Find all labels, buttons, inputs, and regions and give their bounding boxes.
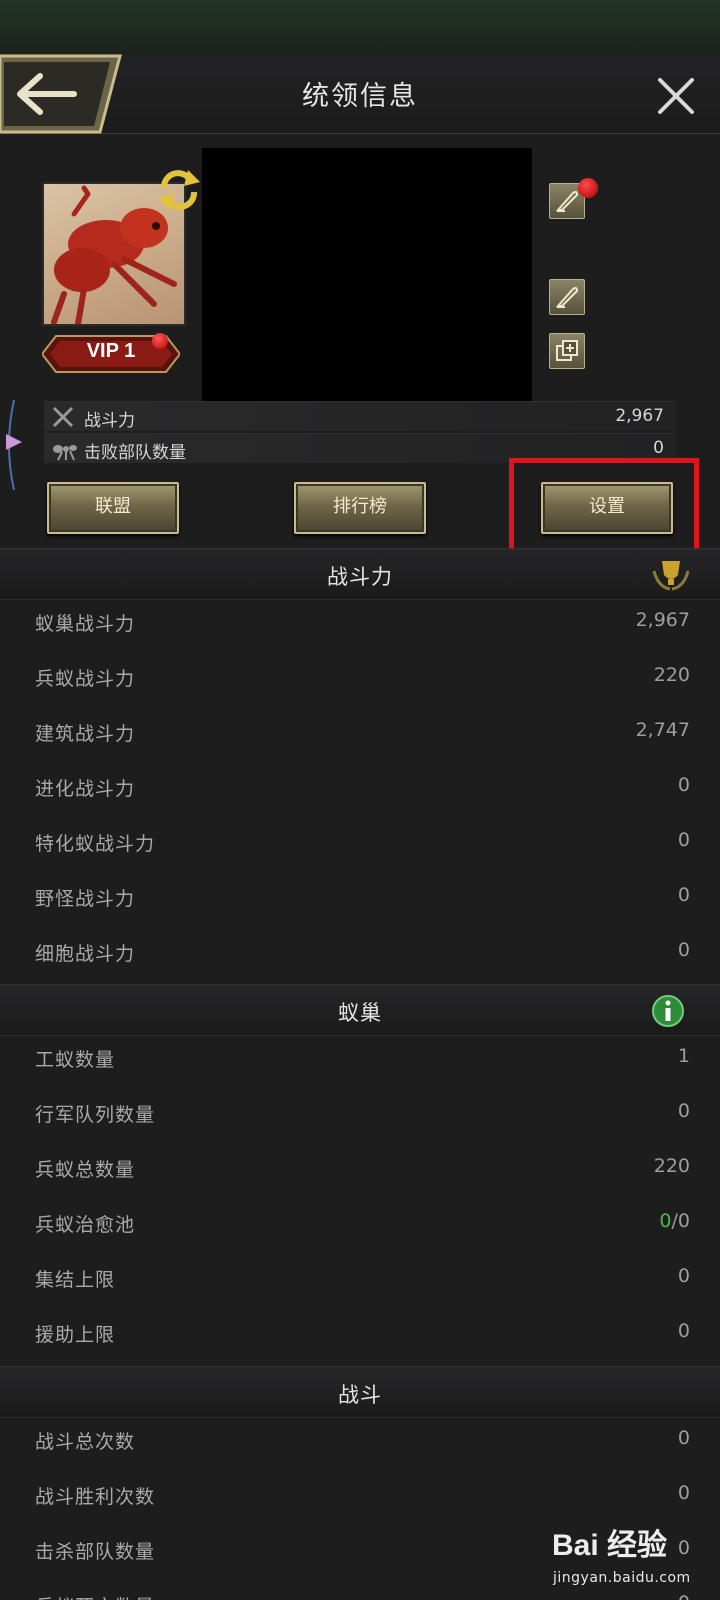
row-label: 兵蚁战斗力 <box>35 668 136 690</box>
row-value: 0 <box>677 1320 690 1342</box>
section-title: 战斗力 <box>327 565 393 589</box>
row-value: 220 <box>653 664 690 686</box>
watermark-url: jingyan.baidu.com <box>553 1570 691 1586</box>
row-label: 工蚁数量 <box>35 1049 116 1071</box>
row-label: 特化蚁战斗力 <box>35 833 156 855</box>
row-label: 建筑战斗力 <box>35 723 136 745</box>
ant-icon <box>53 445 77 461</box>
row-label: 细胞战斗力 <box>35 943 136 965</box>
row-label: 进化战斗力 <box>35 778 136 800</box>
stat-row: 兵蚁战斗力 220 <box>0 651 720 706</box>
page-title: 统领信息 <box>302 81 418 112</box>
quill-icon <box>555 286 579 308</box>
row-value: 2,747 <box>635 719 690 741</box>
row-value: 2,967 <box>635 609 690 631</box>
side-expand-arrow-icon[interactable] <box>0 399 24 491</box>
row-value: 0/0 <box>659 1210 690 1232</box>
stat-row: 战斗总次数 0 <box>0 1414 720 1469</box>
section-title: 蚁巢 <box>338 1001 382 1025</box>
section-header-power: 战斗力 <box>0 548 720 600</box>
stat-value: 2,967 <box>615 406 664 426</box>
section-title: 战斗 <box>338 1383 382 1407</box>
notification-dot <box>578 178 598 198</box>
row-label: 援助上限 <box>35 1324 116 1346</box>
stat-row: 兵蚁总数量 220 <box>0 1142 720 1197</box>
row-label: 兵蚁总数量 <box>35 1159 136 1181</box>
copy-plus-icon <box>556 340 578 361</box>
top-background-strip <box>0 0 720 58</box>
stat-row: 细胞战斗力 0 <box>0 926 720 981</box>
row-value: 0 <box>677 829 690 851</box>
row-value-current: 0 <box>659 1210 672 1232</box>
stat-row: 野怪战斗力 0 <box>0 871 720 926</box>
stat-row: 蚁巢战斗力 2,967 <box>0 596 720 651</box>
stat-row: 战斗胜利次数 0 <box>0 1469 720 1524</box>
row-value: 0 <box>677 774 690 796</box>
edit-signature-button[interactable] <box>549 279 585 315</box>
redacted-name-panel <box>202 148 532 408</box>
row-label: 战斗总次数 <box>35 1431 136 1453</box>
row-label: 击杀部队数量 <box>35 1541 156 1563</box>
stat-row: 建筑战斗力 2,747 <box>0 706 720 761</box>
swap-avatar-icon[interactable] <box>154 168 204 212</box>
row-label: 战斗胜利次数 <box>35 1486 156 1508</box>
row-value-max: /0 <box>671 1210 691 1232</box>
row-value: 0 <box>677 1482 690 1504</box>
stat-value: 0 <box>653 438 664 458</box>
copy-button[interactable] <box>549 333 585 369</box>
row-value: 0 <box>677 1265 690 1287</box>
row-value: 0 <box>677 1100 690 1122</box>
close-icon[interactable] <box>654 74 698 118</box>
row-label: 野怪战斗力 <box>35 888 136 910</box>
crossed-swords-icon <box>52 406 74 428</box>
stat-row: 行军队列数量 0 <box>0 1087 720 1142</box>
ranking-button[interactable]: 排行榜 <box>294 482 426 534</box>
row-value: 0 <box>677 939 690 961</box>
row-value: 220 <box>653 1155 690 1177</box>
row-value: 0 <box>678 1592 690 1600</box>
row-label: 集结上限 <box>35 1269 116 1291</box>
highlight-annotation-box <box>509 458 699 554</box>
row-value: 0 <box>677 1427 690 1449</box>
stat-row: 进化战斗力 0 <box>0 761 720 816</box>
info-icon[interactable] <box>650 993 686 1029</box>
stat-row: 援助上限 0 <box>0 1307 720 1362</box>
row-label: 兵蚁治愈池 <box>35 1214 136 1236</box>
stat-label: 战斗力 <box>84 411 135 431</box>
row-label: 蚁巢战斗力 <box>35 613 136 635</box>
stat-label: 击败部队数量 <box>84 443 186 463</box>
row-value: 0 <box>677 1537 690 1559</box>
trophy-icon <box>652 561 690 591</box>
section-header-nest: 蚁巢 <box>0 984 720 1036</box>
stat-row: 兵蚁治愈池 0/0 <box>0 1197 720 1252</box>
row-label: 兵蚁死亡数量 <box>35 1592 155 1600</box>
row-value: 1 <box>677 1045 690 1067</box>
alliance-button[interactable]: 联盟 <box>47 482 179 534</box>
stat-row: 集结上限 0 <box>0 1252 720 1307</box>
row-label: 行军队列数量 <box>35 1104 156 1126</box>
row-value: 0 <box>677 884 690 906</box>
quill-icon <box>555 190 579 212</box>
power-stat-bar: 战斗力 2,967 <box>44 401 676 431</box>
section-header-battle: 战斗 <box>0 1366 720 1418</box>
stat-row: 特化蚁战斗力 0 <box>0 816 720 871</box>
notification-dot <box>152 333 168 349</box>
watermark-logo: Bai 经验 <box>552 1529 668 1562</box>
stat-row: 工蚁数量 1 <box>0 1032 720 1087</box>
